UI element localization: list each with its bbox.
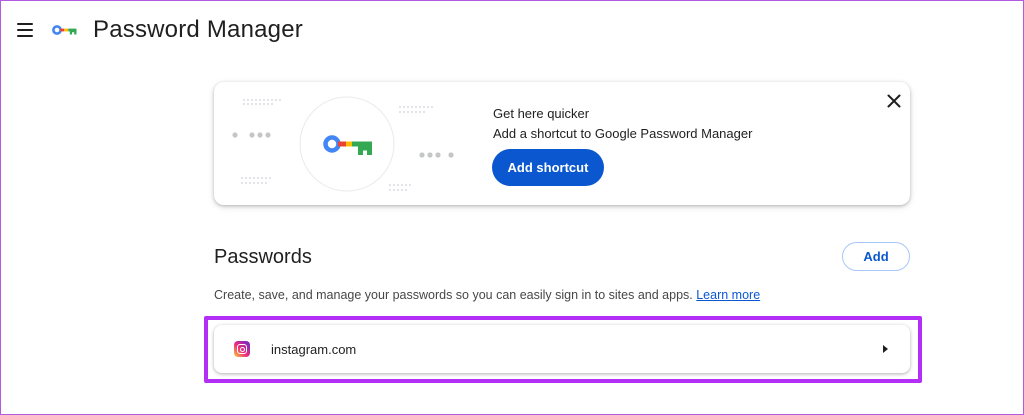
promo-description: Add a shortcut to Google Password Manage… [493,126,753,141]
promo-illustration [232,96,454,192]
close-icon[interactable] [884,91,904,111]
passwords-heading: Passwords [214,246,312,268]
google-key-icon [52,25,77,35]
add-password-button[interactable]: Add [842,242,910,271]
promo-heading: Get here quicker [493,106,590,121]
password-site-label: instagram.com [271,342,357,357]
instagram-icon [234,341,250,357]
passwords-description-text: Create, save, and manage your passwords … [214,288,693,302]
shortcut-promo-card: Get here quicker Add a shortcut to Googl… [214,82,910,205]
learn-more-link[interactable]: Learn more [696,288,760,302]
passwords-description: Create, save, and manage your passwords … [214,288,760,302]
page-title: Password Manager [93,16,303,43]
top-bar: Password Manager [0,0,1024,62]
password-row-instagram[interactable]: instagram.com [214,325,910,373]
chevron-right-icon [883,345,888,353]
hamburger-menu-icon[interactable] [14,18,38,42]
add-shortcut-button[interactable]: Add shortcut [492,149,604,186]
